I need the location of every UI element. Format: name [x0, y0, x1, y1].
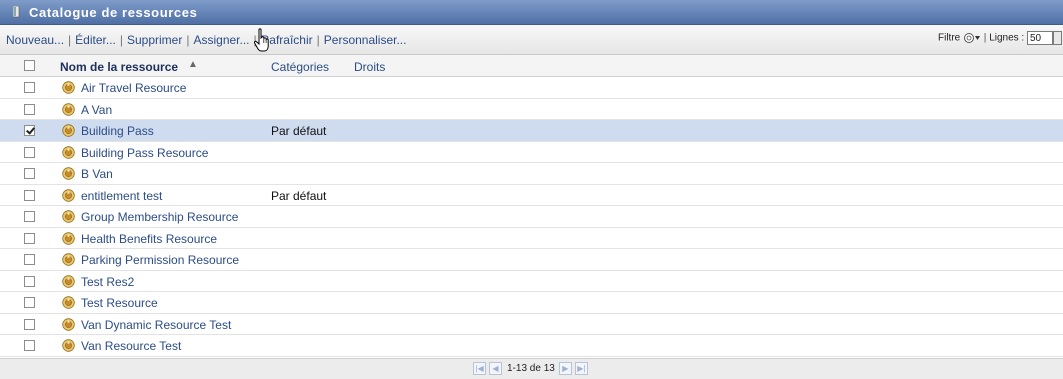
rows-per-page-select[interactable]: 50: [1027, 31, 1062, 45]
new-button[interactable]: Nouveau...: [6, 33, 64, 47]
row-checkbox[interactable]: [24, 211, 35, 222]
resource-category: Par défaut: [271, 124, 327, 138]
resource-icon: [62, 102, 75, 116]
separator: |: [186, 33, 190, 47]
toolbar-right: Filtre | Lignes : 50: [938, 31, 1063, 49]
last-page-icon[interactable]: ▶|: [574, 362, 588, 375]
previous-page-icon[interactable]: ◀: [489, 362, 502, 375]
separator: |: [316, 33, 320, 47]
delete-button[interactable]: Supprimer: [127, 33, 182, 47]
resource-icon: [62, 188, 75, 202]
table-row[interactable]: Building Pass Par défaut: [0, 120, 1063, 142]
resource-name-link[interactable]: B Van: [81, 167, 113, 181]
separator: |: [253, 33, 257, 47]
table-row[interactable]: Van Resource Test: [0, 335, 1063, 357]
resource-icon: [62, 145, 75, 159]
resource-name-link[interactable]: Health Benefits Resource: [81, 232, 217, 246]
table-row[interactable]: Test Res2: [0, 271, 1063, 292]
table-header: Nom de la ressource ▲ Catégories Droits: [0, 55, 1063, 77]
row-checkbox[interactable]: [24, 275, 35, 287]
filter-label: Filtre: [938, 32, 961, 44]
customize-button[interactable]: Personnaliser...: [324, 33, 407, 47]
row-checkbox[interactable]: [24, 189, 35, 201]
resource-name-link[interactable]: Group Membership Resource: [81, 210, 238, 224]
table-row[interactable]: Group Membership Resource: [0, 206, 1063, 228]
resource-name-link[interactable]: Air Travel Resource: [81, 81, 186, 95]
row-checkbox[interactable]: [24, 318, 35, 330]
resource-name-link[interactable]: Test Resource: [81, 296, 158, 310]
resource-icon: [62, 231, 75, 245]
resource-icon: [62, 124, 75, 137]
title-bar: Catalogue de ressources: [0, 0, 1063, 25]
resource-name-link[interactable]: entitlement test: [81, 189, 162, 203]
column-header-name[interactable]: Nom de la ressource: [60, 60, 178, 74]
table-footer: |◀ ◀ 1-13 de 13 ▶ ▶|: [0, 358, 1063, 379]
refresh-button[interactable]: Rafraîchir: [261, 33, 313, 47]
toolbar: Nouveau... | Éditer... | Supprimer | Assigner.…: [0, 25, 1063, 55]
filter-icon[interactable]: [963, 31, 981, 45]
table-row[interactable]: Parking Permission Resource: [0, 249, 1063, 271]
row-checkbox[interactable]: [24, 168, 35, 179]
window-title: Catalogue de ressources: [29, 5, 198, 20]
resource-icon: [62, 339, 75, 352]
resource-name-link[interactable]: A Van: [81, 103, 112, 117]
sort-ascending-icon[interactable]: ▲: [188, 59, 198, 70]
table-row[interactable]: entitlement test Par défaut: [0, 185, 1063, 206]
resource-icon: [62, 81, 75, 94]
edit-button[interactable]: Éditer...: [75, 33, 116, 47]
row-checkbox[interactable]: [24, 254, 35, 265]
resource-name-link[interactable]: Van Resource Test: [81, 339, 181, 353]
table-row[interactable]: Air Travel Resource: [0, 77, 1063, 99]
resource-icon: [62, 253, 75, 266]
row-checkbox[interactable]: [24, 125, 35, 136]
resource-icon: [62, 296, 75, 309]
chevron-down-icon[interactable]: [1053, 31, 1062, 45]
row-checkbox[interactable]: [24, 232, 35, 244]
divider: |: [983, 32, 987, 44]
table-row[interactable]: Health Benefits Resource: [0, 228, 1063, 249]
table-row[interactable]: Test Resource: [0, 292, 1063, 314]
rows-value: 50: [1030, 33, 1042, 44]
table-row[interactable]: Van Dynamic Resource Test: [0, 314, 1063, 335]
row-checkbox[interactable]: [24, 146, 35, 158]
resource-icon: [62, 274, 75, 288]
resource-category: Par défaut: [271, 188, 327, 203]
page-range: 1-13 de 13: [507, 363, 555, 374]
column-header-rights[interactable]: Droits: [354, 60, 385, 74]
next-page-icon[interactable]: ▶: [558, 362, 572, 375]
table-row[interactable]: B Van: [0, 163, 1063, 185]
resource-name-link[interactable]: Parking Permission Resource: [81, 253, 239, 267]
rows-label: Lignes :: [989, 32, 1025, 44]
resource-icon: [62, 167, 75, 180]
resource-name-link[interactable]: Van Dynamic Resource Test: [81, 318, 231, 332]
resource-name-link[interactable]: Building Pass Resource: [81, 146, 208, 160]
row-checkbox[interactable]: [24, 297, 35, 308]
row-checkbox[interactable]: [24, 82, 35, 93]
resource-name-link[interactable]: Test Res2: [81, 275, 134, 289]
row-checkbox[interactable]: [24, 340, 35, 351]
table-row[interactable]: A Van: [0, 99, 1063, 120]
table-row[interactable]: Building Pass Resource: [0, 142, 1063, 163]
catalog-icon: [13, 6, 20, 18]
separator: |: [119, 33, 123, 47]
row-checkbox[interactable]: [24, 103, 35, 115]
resource-name-link[interactable]: Building Pass: [81, 124, 154, 138]
pager: |◀ ◀ 1-13 de 13 ▶ ▶|: [473, 362, 591, 377]
assign-button[interactable]: Assigner...: [193, 33, 249, 47]
action-bar: Nouveau... | Éditer... | Supprimer | Assigner.…: [6, 33, 406, 47]
resource-table: Air Travel Resource A Van Building Pass Par…: [0, 77, 1063, 357]
separator: |: [68, 33, 72, 47]
select-all-checkbox[interactable]: [24, 60, 35, 71]
resource-icon: [62, 317, 75, 331]
resource-icon: [62, 210, 75, 223]
first-page-icon[interactable]: |◀: [473, 362, 486, 375]
column-header-categories[interactable]: Catégories: [271, 60, 329, 74]
